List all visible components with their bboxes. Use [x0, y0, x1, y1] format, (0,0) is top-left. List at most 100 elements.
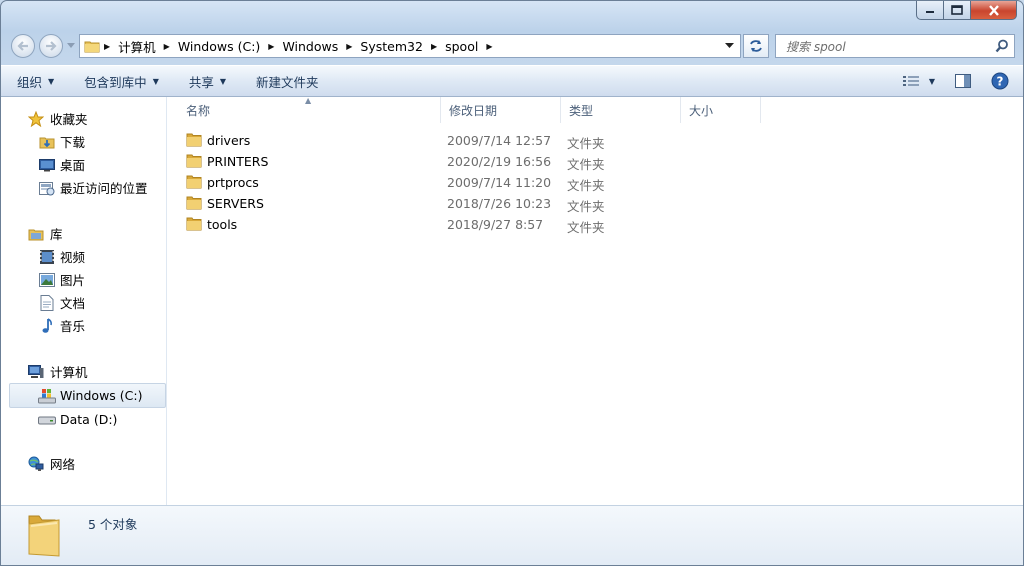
- sidebar-item-label: 最近访问的位置: [60, 181, 148, 196]
- column-header-date[interactable]: 修改日期: [441, 97, 561, 123]
- table-row[interactable]: prtprocs 2009/7/14 11:20 文件夹: [168, 172, 1023, 193]
- sidebar-item-windows-c[interactable]: Windows (C:): [9, 383, 166, 408]
- new-folder-button[interactable]: 新建文件夹: [246, 66, 329, 96]
- command-bar-right: ▼ ?: [895, 66, 1023, 96]
- breadcrumb-spool[interactable]: spool: [441, 35, 482, 57]
- breadcrumb-separator-icon[interactable]: ▶: [482, 42, 496, 51]
- folder-icon: [186, 153, 202, 171]
- file-date: 2020/2/19 16:56: [447, 154, 552, 169]
- column-header-label: 修改日期: [449, 103, 498, 118]
- maximize-button[interactable]: [944, 1, 971, 20]
- table-row[interactable]: tools 2018/9/27 8:57 文件夹: [168, 214, 1023, 235]
- explorer-window: ▶ 计算机 ▶ Windows (C:) ▶ Windows ▶ System3…: [0, 0, 1024, 566]
- sidebar-item-music[interactable]: 音乐: [1, 314, 167, 337]
- close-button[interactable]: [971, 1, 1017, 20]
- command-bar: 组织 ▼ 包含到库中 ▼ 共享 ▼ 新建文件夹 ▼ ?: [1, 65, 1023, 97]
- folder-icon: [186, 195, 202, 213]
- refresh-icon: [750, 40, 762, 52]
- address-row: ▶ 计算机 ▶ Windows (C:) ▶ Windows ▶ System3…: [1, 31, 1023, 61]
- file-type: 文件夹: [567, 178, 605, 193]
- sidebar-item-label: 图片: [60, 273, 86, 288]
- computer-icon: [27, 363, 45, 381]
- sidebar-item-favorites[interactable]: 收藏夹: [1, 107, 167, 130]
- breadcrumb-separator-icon[interactable]: ▶: [264, 42, 278, 51]
- sidebar-item-pictures[interactable]: 图片: [1, 268, 167, 291]
- svg-text:?: ?: [997, 75, 1004, 89]
- breadcrumb-separator-icon[interactable]: ▶: [342, 42, 356, 51]
- help-icon: ?: [991, 72, 1009, 90]
- chevron-down-icon: ▼: [48, 76, 55, 86]
- file-name: PRINTERS: [207, 154, 269, 169]
- sidebar-item-label: 音乐: [60, 319, 86, 334]
- file-date: 2009/7/14 12:57: [447, 133, 552, 148]
- breadcrumb-system32[interactable]: System32: [356, 35, 427, 57]
- breadcrumb-windows[interactable]: Windows: [278, 35, 342, 57]
- column-header-size[interactable]: 大小: [681, 97, 761, 123]
- breadcrumb-separator-icon[interactable]: ▶: [427, 42, 441, 51]
- refresh-button[interactable]: [743, 34, 769, 58]
- view-details-icon: [902, 76, 919, 86]
- new-folder-label: 新建文件夹: [256, 74, 319, 90]
- organize-label: 组织: [17, 74, 43, 90]
- recent-pages-chevron-icon[interactable]: [67, 43, 75, 49]
- libraries-group: 库 视频 图片 文档 音乐: [1, 222, 167, 337]
- sidebar-item-recent-places[interactable]: 最近访问的位置: [1, 176, 167, 199]
- breadcrumb-computer[interactable]: 计算机: [114, 35, 160, 57]
- sidebar-item-libraries[interactable]: 库: [1, 222, 167, 245]
- video-icon: [38, 248, 56, 266]
- column-header-type[interactable]: 类型: [561, 97, 681, 123]
- table-row[interactable]: drivers 2009/7/14 12:57 文件夹: [168, 130, 1023, 151]
- item-count: 5 个对象: [88, 517, 138, 532]
- document-icon: [38, 294, 56, 312]
- picture-icon: [38, 271, 56, 289]
- back-button[interactable]: [11, 34, 35, 58]
- include-in-library-button[interactable]: 包含到库中 ▼: [74, 66, 169, 96]
- details-pane: 5 个对象: [1, 505, 1023, 565]
- address-history-chevron-icon[interactable]: [725, 42, 734, 49]
- sidebar-item-network[interactable]: 网络: [1, 452, 167, 475]
- sidebar-item-desktop[interactable]: 桌面: [1, 153, 167, 176]
- windows-drive-icon: [38, 387, 56, 405]
- column-header-label: 类型: [569, 103, 594, 118]
- table-row[interactable]: SERVERS 2018/7/26 10:23 文件夹: [168, 193, 1023, 214]
- chevron-down-icon: ▼: [219, 76, 227, 86]
- table-row[interactable]: PRINTERS 2020/2/19 16:56 文件夹: [168, 151, 1023, 172]
- sidebar-item-videos[interactable]: 视频: [1, 245, 167, 268]
- file-date: 2018/7/26 10:23: [447, 196, 552, 211]
- favorites-group: 收藏夹 下载 桌面 最近访问的位置: [1, 107, 167, 199]
- library-icon: [27, 225, 45, 243]
- close-icon: [988, 4, 999, 16]
- help-button[interactable]: ?: [983, 66, 1023, 96]
- file-name: SERVERS: [207, 196, 264, 211]
- sidebar-item-downloads[interactable]: 下载: [1, 130, 167, 153]
- forward-button[interactable]: [39, 34, 63, 58]
- search-input[interactable]: [784, 36, 988, 58]
- network-group: 网络: [1, 452, 167, 475]
- sidebar-item-data-d[interactable]: Data (D:): [1, 408, 167, 431]
- sidebar-item-documents[interactable]: 文档: [1, 291, 167, 314]
- file-type: 文件夹: [567, 199, 605, 214]
- folder-icon: [186, 174, 202, 192]
- file-list-pane: ▲ 名称 修改日期 类型 大小 drivers 2009/7/14 12:57 …: [168, 96, 1023, 505]
- share-label: 共享: [188, 74, 214, 90]
- breadcrumb-separator-icon[interactable]: ▶: [100, 42, 114, 51]
- sidebar-item-computer[interactable]: 计算机: [1, 360, 167, 383]
- include-in-library-label: 包含到库中: [84, 74, 147, 90]
- file-type: 文件夹: [567, 220, 605, 235]
- search-box[interactable]: [775, 34, 1015, 58]
- restore-icon: [951, 5, 963, 15]
- change-view-button[interactable]: ▼: [895, 66, 943, 96]
- breadcrumb-drive-c[interactable]: Windows (C:): [174, 35, 264, 57]
- address-bar[interactable]: ▶ 计算机 ▶ Windows (C:) ▶ Windows ▶ System3…: [79, 34, 741, 58]
- file-date: 2009/7/14 11:20: [447, 175, 552, 190]
- chevron-down-icon[interactable]: ▼: [929, 77, 935, 86]
- share-button[interactable]: 共享 ▼: [179, 66, 236, 96]
- breadcrumb-separator-icon[interactable]: ▶: [160, 42, 174, 51]
- navigation-pane: 收藏夹 下载 桌面 最近访问的位置 库 视频 图片 文档 音乐 计算机 Wind…: [1, 97, 167, 505]
- content-area: 收藏夹 下载 桌面 最近访问的位置 库 视频 图片 文档 音乐 计算机 Wind…: [1, 96, 1023, 505]
- minimize-button[interactable]: [916, 1, 944, 20]
- organize-button[interactable]: 组织 ▼: [1, 66, 64, 96]
- column-header-name[interactable]: 名称: [178, 97, 441, 123]
- search-icon[interactable]: [995, 39, 1009, 53]
- preview-pane-button[interactable]: [943, 66, 983, 96]
